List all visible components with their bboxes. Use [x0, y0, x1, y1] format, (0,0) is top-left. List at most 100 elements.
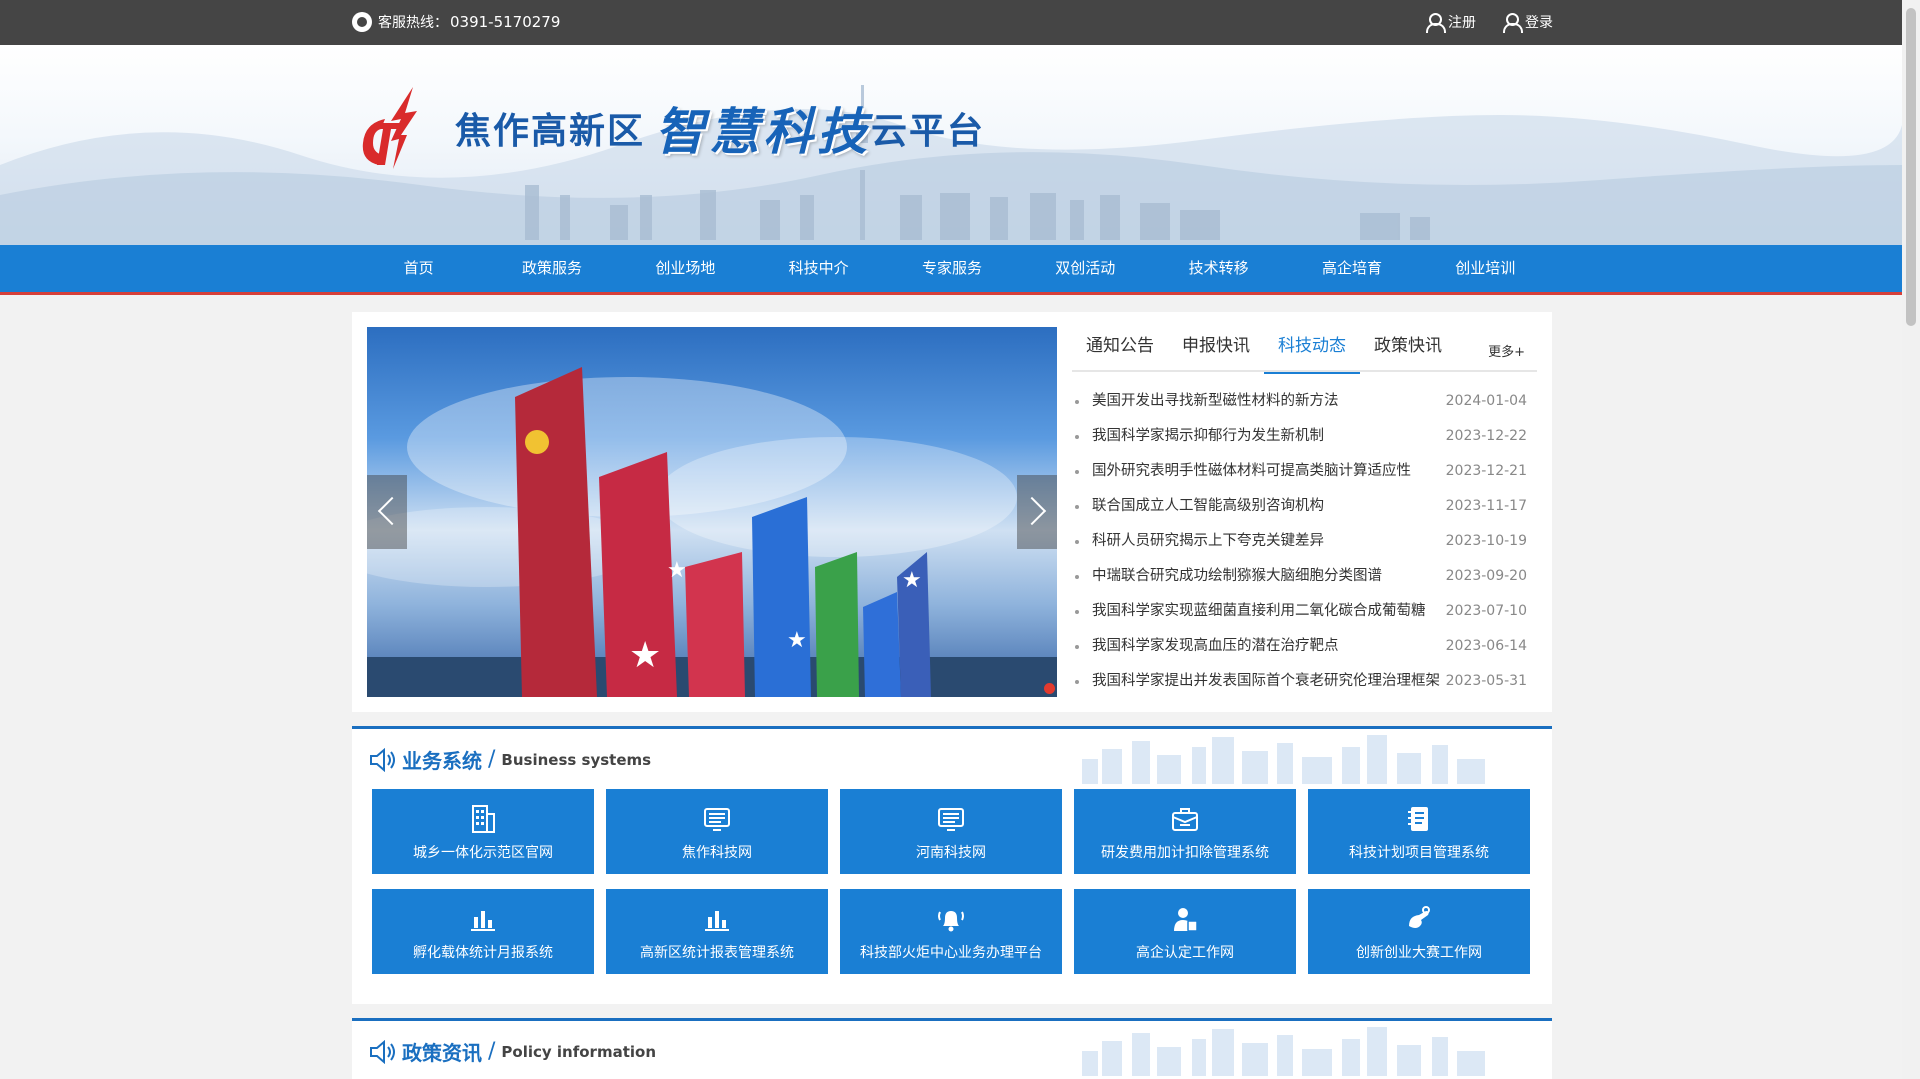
chevron-right-icon: [1017, 496, 1047, 526]
hotline: 客服热线： 0391-5170279: [352, 12, 560, 32]
news-date: 2023-06-14: [1445, 638, 1527, 654]
news-date: 2023-11-17: [1445, 498, 1527, 514]
business-tile[interactable]: 焦作科技网: [606, 789, 828, 874]
city-decoration: [1082, 735, 1485, 784]
scrollbar-thumb[interactable]: [1906, 8, 1916, 326]
news-tab[interactable]: 科技动态: [1264, 327, 1360, 374]
business-tile[interactable]: 科技部火炬中心业务办理平台: [840, 889, 1062, 974]
nav-item[interactable]: 技术转移: [1152, 245, 1285, 292]
news-list: 美国开发出寻找新型磁性材料的新方法 2024-01-04 我国科学家揭示抑郁行为发生…: [1072, 384, 1537, 699]
nav-item[interactable]: 科技中介: [752, 245, 885, 292]
business-tile[interactable]: 创新创业大赛工作网: [1308, 889, 1530, 974]
bar-chart-icon: [705, 910, 729, 931]
notebook-icon: [1408, 806, 1428, 831]
hand-icon: [1409, 905, 1430, 928]
business-tile-label: 高新区统计报表管理系统: [640, 944, 794, 961]
business-tile[interactable]: 城乡一体化示范区官网: [372, 789, 594, 874]
business-title-cn: 业务系统: [402, 749, 482, 773]
news-item[interactable]: 我国科学家提出并发表国际首个衰老研究伦理治理框架 2023-05-31: [1072, 664, 1537, 699]
header-banner: 焦作高新区 智慧科技 云平台: [0, 45, 1902, 245]
business-tile[interactable]: 科技计划项目管理系统: [1308, 789, 1530, 874]
top-bar: 客服热线： 0391-5170279 注册 登录: [0, 0, 1902, 45]
nav-item[interactable]: 创业场地: [619, 245, 752, 292]
business-tile-label: 城乡一体化示范区官网: [413, 844, 553, 861]
business-systems-section: 业务系统 / Business systems 城乡一体化示范区官网 焦作科技网 河…: [352, 726, 1552, 1004]
nav-item[interactable]: 创业培训: [1419, 245, 1552, 292]
business-title-en: Business systems: [501, 750, 652, 769]
login-link[interactable]: 登录: [1502, 12, 1553, 33]
monitor-icon: [704, 807, 730, 831]
news-tab[interactable]: 通知公告: [1072, 327, 1168, 372]
image-slider[interactable]: ★ ★ ★ ★: [367, 327, 1057, 697]
nav-item[interactable]: 专家服务: [885, 245, 1018, 292]
login-label: 登录: [1525, 15, 1553, 31]
register-link[interactable]: 注册: [1425, 12, 1476, 33]
news-item[interactable]: 联合国成立人工智能高级别咨询机构 2023-11-17: [1072, 489, 1537, 524]
news-date: 2023-12-22: [1445, 428, 1527, 444]
business-systems-header: 业务系统 / Business systems: [368, 745, 651, 774]
bar-chart-icon: [471, 910, 495, 931]
news-item[interactable]: 我国科学家揭示抑郁行为发生新机制 2023-12-22: [1072, 419, 1537, 454]
news-tab[interactable]: 申报快讯: [1168, 327, 1264, 372]
business-tile[interactable]: 河南科技网: [840, 789, 1062, 874]
news-item[interactable]: 科研人员研究揭示上下夸克关键差异 2023-10-19: [1072, 524, 1537, 559]
business-tile-label: 创新创业大赛工作网: [1356, 944, 1482, 961]
news-title: 联合国成立人工智能高级别咨询机构: [1092, 498, 1324, 514]
news-title: 我国科学家发现高血压的潜在治疗靶点: [1092, 638, 1339, 654]
news-date: 2023-07-10: [1445, 603, 1527, 619]
more-link[interactable]: 更多+: [1488, 341, 1525, 360]
policy-title-cn: 政策资讯: [402, 1041, 482, 1065]
business-tile-label: 高企认定工作网: [1136, 944, 1234, 961]
policy-information-section: 政策资讯 / Policy information: [352, 1018, 1552, 1079]
hotline-label: 客服热线：: [378, 15, 448, 31]
chevron-left-icon: [377, 496, 407, 526]
nav-item[interactable]: 政策服务: [485, 245, 618, 292]
news-title: 国外研究表明手性磁体材料可提高类脑计算适应性: [1092, 463, 1411, 479]
business-tiles: 城乡一体化示范区官网 焦作科技网 河南科技网 研发费用加计扣除管理系统 科技计划项目管理…: [372, 789, 1530, 974]
briefcase-icon: [1172, 807, 1198, 831]
register-label: 注册: [1448, 15, 1476, 31]
business-tile-label: 科技部火炬中心业务办理平台: [860, 944, 1042, 961]
news-item[interactable]: 我国科学家发现高血压的潜在治疗靶点 2023-06-14: [1072, 629, 1537, 664]
site-title-part2: 智慧科技: [655, 102, 872, 161]
nav-item[interactable]: 首页: [352, 245, 485, 292]
title-slash: /: [488, 747, 496, 772]
news-title: 美国开发出寻找新型磁性材料的新方法: [1092, 393, 1339, 409]
news-title: 科研人员研究揭示上下夸克关键差异: [1092, 533, 1324, 549]
nav-item[interactable]: 高企培育: [1285, 245, 1418, 292]
news-item[interactable]: 国外研究表明手性磁体材料可提高类脑计算适应性 2023-12-21: [1072, 454, 1537, 489]
news-item[interactable]: 中瑞联合研究成功绘制猕猴大脑细胞分类图谱 2023-09-20: [1072, 559, 1537, 594]
slider-dot-active[interactable]: [1044, 683, 1055, 694]
business-tile[interactable]: 高企认定工作网: [1074, 889, 1296, 974]
business-tile-label: 孵化载体统计月报系统: [413, 944, 553, 961]
headset-icon: [352, 12, 372, 32]
svg-text:★: ★: [629, 635, 661, 676]
news-item[interactable]: 我国科学家实现蓝细菌直接利用二氧化碳合成葡萄糖 2023-07-10: [1072, 594, 1537, 629]
site-title-part3: 云平台: [871, 110, 986, 152]
slider-prev-button[interactable]: [367, 475, 407, 549]
business-tile-label: 研发费用加计扣除管理系统: [1101, 844, 1269, 861]
person-icon: [1174, 907, 1198, 932]
news-title: 我国科学家揭示抑郁行为发生新机制: [1092, 428, 1324, 444]
news-date: 2023-09-20: [1445, 568, 1527, 584]
business-tile[interactable]: 高新区统计报表管理系统: [606, 889, 828, 974]
business-tile[interactable]: 孵化载体统计月报系统: [372, 889, 594, 974]
news-tab[interactable]: 政策快讯: [1360, 327, 1456, 372]
site-logo[interactable]: 焦作高新区 智慧科技 云平台: [355, 83, 985, 173]
news-panel: 通知公告 申报快讯 科技动态 政策快讯 更多+ 美国开发出寻找新型磁性材料的新方法 202…: [1072, 327, 1537, 699]
monitor-icon: [938, 807, 964, 831]
news-date: 2023-10-19: [1445, 533, 1527, 549]
slider-next-button[interactable]: [1017, 475, 1057, 549]
speaker-icon: [370, 747, 395, 772]
svg-text:★: ★: [787, 628, 807, 653]
svg-text:★: ★: [667, 558, 687, 583]
nav-item[interactable]: 双创活动: [1019, 245, 1152, 292]
account-links: 注册 登录: [1425, 12, 1553, 33]
svg-text:★: ★: [902, 568, 922, 593]
policy-information-header: 政策资讯 / Policy information: [368, 1037, 656, 1066]
business-tile[interactable]: 研发费用加计扣除管理系统: [1074, 789, 1296, 874]
speaker-icon: [370, 1039, 395, 1064]
vertical-scrollbar[interactable]: [1902, 0, 1920, 1079]
business-tile-label: 科技计划项目管理系统: [1349, 844, 1489, 861]
news-item[interactable]: 美国开发出寻找新型磁性材料的新方法 2024-01-04: [1072, 384, 1537, 419]
